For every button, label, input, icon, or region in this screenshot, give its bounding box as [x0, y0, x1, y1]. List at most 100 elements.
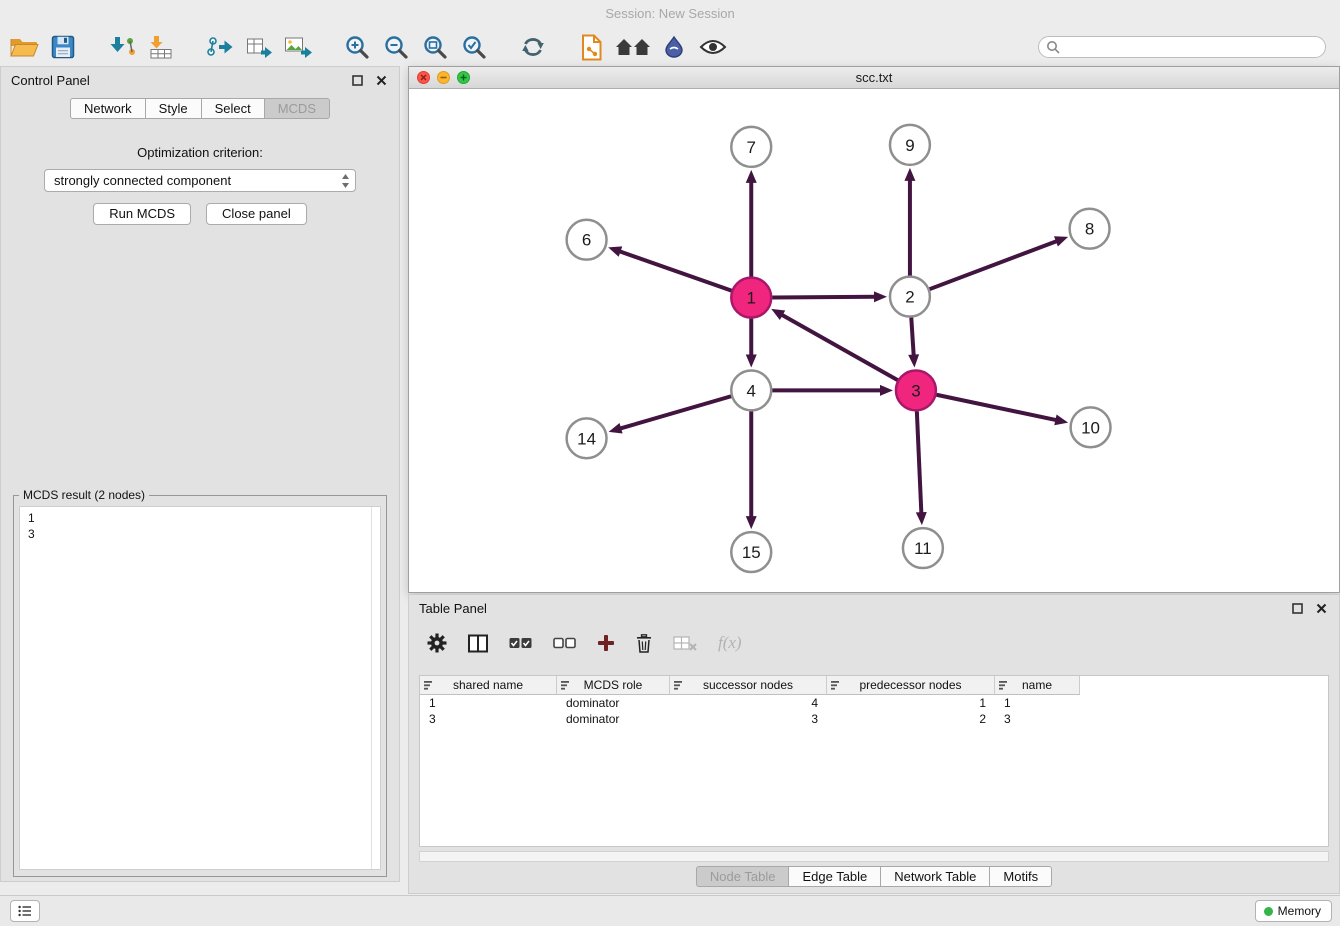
network-window-titlebar[interactable]: scc.txt: [409, 67, 1339, 89]
graph-node-9[interactable]: 9: [890, 125, 930, 165]
maximize-window-button[interactable]: [457, 71, 470, 84]
graph-edge-3-11[interactable]: [916, 411, 927, 525]
float-table-panel-button[interactable]: [1289, 601, 1305, 615]
optimization-criterion-select[interactable]: strongly connected component: [44, 169, 356, 192]
graph-node-15[interactable]: 15: [731, 532, 771, 572]
graph-edge-4-14[interactable]: [609, 396, 732, 433]
graph-node-14[interactable]: 14: [567, 418, 607, 458]
graph-node-3[interactable]: 3: [896, 370, 936, 410]
graph-edge-1-7[interactable]: [746, 170, 757, 277]
tab-network-table[interactable]: Network Table: [880, 866, 990, 887]
import-network-button[interactable]: [106, 32, 138, 62]
graph-edge-3-1[interactable]: [771, 309, 897, 380]
style-button[interactable]: [658, 32, 690, 62]
table-cell[interactable]: 3: [420, 711, 557, 727]
show-hide-button[interactable]: [697, 32, 729, 62]
zoom-in-button[interactable]: [341, 32, 373, 62]
delete-column-button[interactable]: [636, 634, 652, 653]
mcds-result-area[interactable]: 13: [19, 506, 381, 870]
table-cell[interactable]: 4: [670, 695, 827, 711]
column-header-shared-name[interactable]: shared name: [420, 676, 557, 695]
tab-edge-table[interactable]: Edge Table: [788, 866, 881, 887]
column-header-predecessor-nodes[interactable]: predecessor nodes: [827, 676, 995, 695]
add-column-button[interactable]: [597, 634, 615, 652]
column-header-MCDS-role[interactable]: MCDS role: [557, 676, 670, 695]
document-network-button[interactable]: [576, 32, 608, 62]
refresh-icon: [520, 35, 546, 59]
table-cell[interactable]: 2: [827, 711, 995, 727]
graph-edge-2-8[interactable]: [930, 236, 1069, 289]
graph-edge-1-2[interactable]: [772, 291, 887, 302]
refresh-layout-button[interactable]: [517, 32, 549, 62]
graph-edge-3-10[interactable]: [936, 395, 1068, 426]
column-header-name[interactable]: name: [995, 676, 1080, 695]
tab-motifs[interactable]: Motifs: [989, 866, 1052, 887]
neighbors-button[interactable]: [615, 32, 651, 62]
float-panel-button[interactable]: [349, 73, 365, 87]
table-cell[interactable]: 3: [995, 711, 1080, 727]
control-panel-header: Control Panel: [1, 67, 399, 93]
export-image-button[interactable]: [282, 32, 314, 62]
table-row[interactable]: 3dominator323: [420, 711, 1328, 727]
zoom-out-icon: [383, 34, 409, 60]
function-builder-button[interactable]: f(x): [718, 633, 742, 653]
table-cell[interactable]: dominator: [557, 695, 670, 711]
tab-node-table[interactable]: Node Table: [696, 866, 790, 887]
table-horizontal-scrollbar[interactable]: [419, 851, 1329, 862]
graph-node-2[interactable]: 2: [890, 277, 930, 317]
sort-icon: [424, 680, 434, 691]
search-input[interactable]: [1038, 36, 1326, 58]
tab-mcds[interactable]: MCDS: [264, 98, 330, 119]
export-table-button[interactable]: [243, 32, 275, 62]
network-canvas[interactable]: 7 9 6 8 1 2 4 3 14 10 15 11: [409, 89, 1339, 592]
minimize-window-button[interactable]: [437, 71, 450, 84]
graph-edge-4-3[interactable]: [772, 385, 893, 396]
graph-edge-2-3[interactable]: [908, 318, 919, 368]
graph-edge-4-15[interactable]: [746, 411, 757, 529]
close-panel-button-label[interactable]: Close panel: [206, 203, 307, 225]
zoom-selected-button[interactable]: [458, 32, 490, 62]
open-session-button[interactable]: [8, 32, 40, 62]
table-cell[interactable]: 1: [995, 695, 1080, 711]
result-scrollbar[interactable]: [371, 507, 372, 869]
graph-edge-2-9[interactable]: [904, 168, 915, 276]
table-cell[interactable]: 1: [827, 695, 995, 711]
table-settings-button[interactable]: [427, 633, 447, 653]
select-all-button[interactable]: [509, 636, 532, 650]
graph-node-4[interactable]: 4: [731, 370, 771, 410]
deselect-all-button[interactable]: [553, 636, 576, 650]
graph-node-8[interactable]: 8: [1070, 209, 1110, 249]
tab-select[interactable]: Select: [201, 98, 265, 119]
graph-edge-1-6[interactable]: [608, 246, 731, 290]
table-row[interactable]: 1dominator411: [420, 695, 1328, 711]
task-history-button[interactable]: [10, 900, 40, 922]
graph-node-7[interactable]: 7: [731, 127, 771, 167]
close-table-panel-button[interactable]: [1313, 601, 1329, 615]
close-panel-button[interactable]: [373, 73, 389, 87]
run-mcds-button[interactable]: Run MCDS: [93, 203, 191, 225]
svg-text:4: 4: [747, 381, 756, 400]
zoom-fit-button[interactable]: [419, 32, 451, 62]
delete-table-button[interactable]: [673, 635, 697, 651]
svg-text:8: 8: [1085, 220, 1094, 239]
show-columns-button[interactable]: [468, 634, 488, 653]
table-cell[interactable]: 3: [670, 711, 827, 727]
graph-node-11[interactable]: 11: [903, 528, 943, 568]
graph-node-1[interactable]: 1: [731, 278, 771, 318]
export-network-button[interactable]: [204, 32, 236, 62]
graph-node-6[interactable]: 6: [567, 220, 607, 260]
titlebar[interactable]: Session: New Session: [0, 0, 1340, 28]
table-cell[interactable]: 1: [420, 695, 557, 711]
import-table-button[interactable]: [145, 32, 177, 62]
graph-edge-1-4[interactable]: [746, 319, 757, 368]
memory-button[interactable]: Memory: [1255, 900, 1332, 922]
tab-network[interactable]: Network: [70, 98, 146, 119]
save-session-button[interactable]: [47, 32, 79, 62]
table-header-row: shared nameMCDS rolesuccessor nodesprede…: [420, 676, 1328, 695]
close-window-button[interactable]: [417, 71, 430, 84]
graph-node-10[interactable]: 10: [1071, 407, 1111, 447]
zoom-out-button[interactable]: [380, 32, 412, 62]
table-cell[interactable]: dominator: [557, 711, 670, 727]
column-header-successor-nodes[interactable]: successor nodes: [670, 676, 827, 695]
tab-style[interactable]: Style: [145, 98, 202, 119]
